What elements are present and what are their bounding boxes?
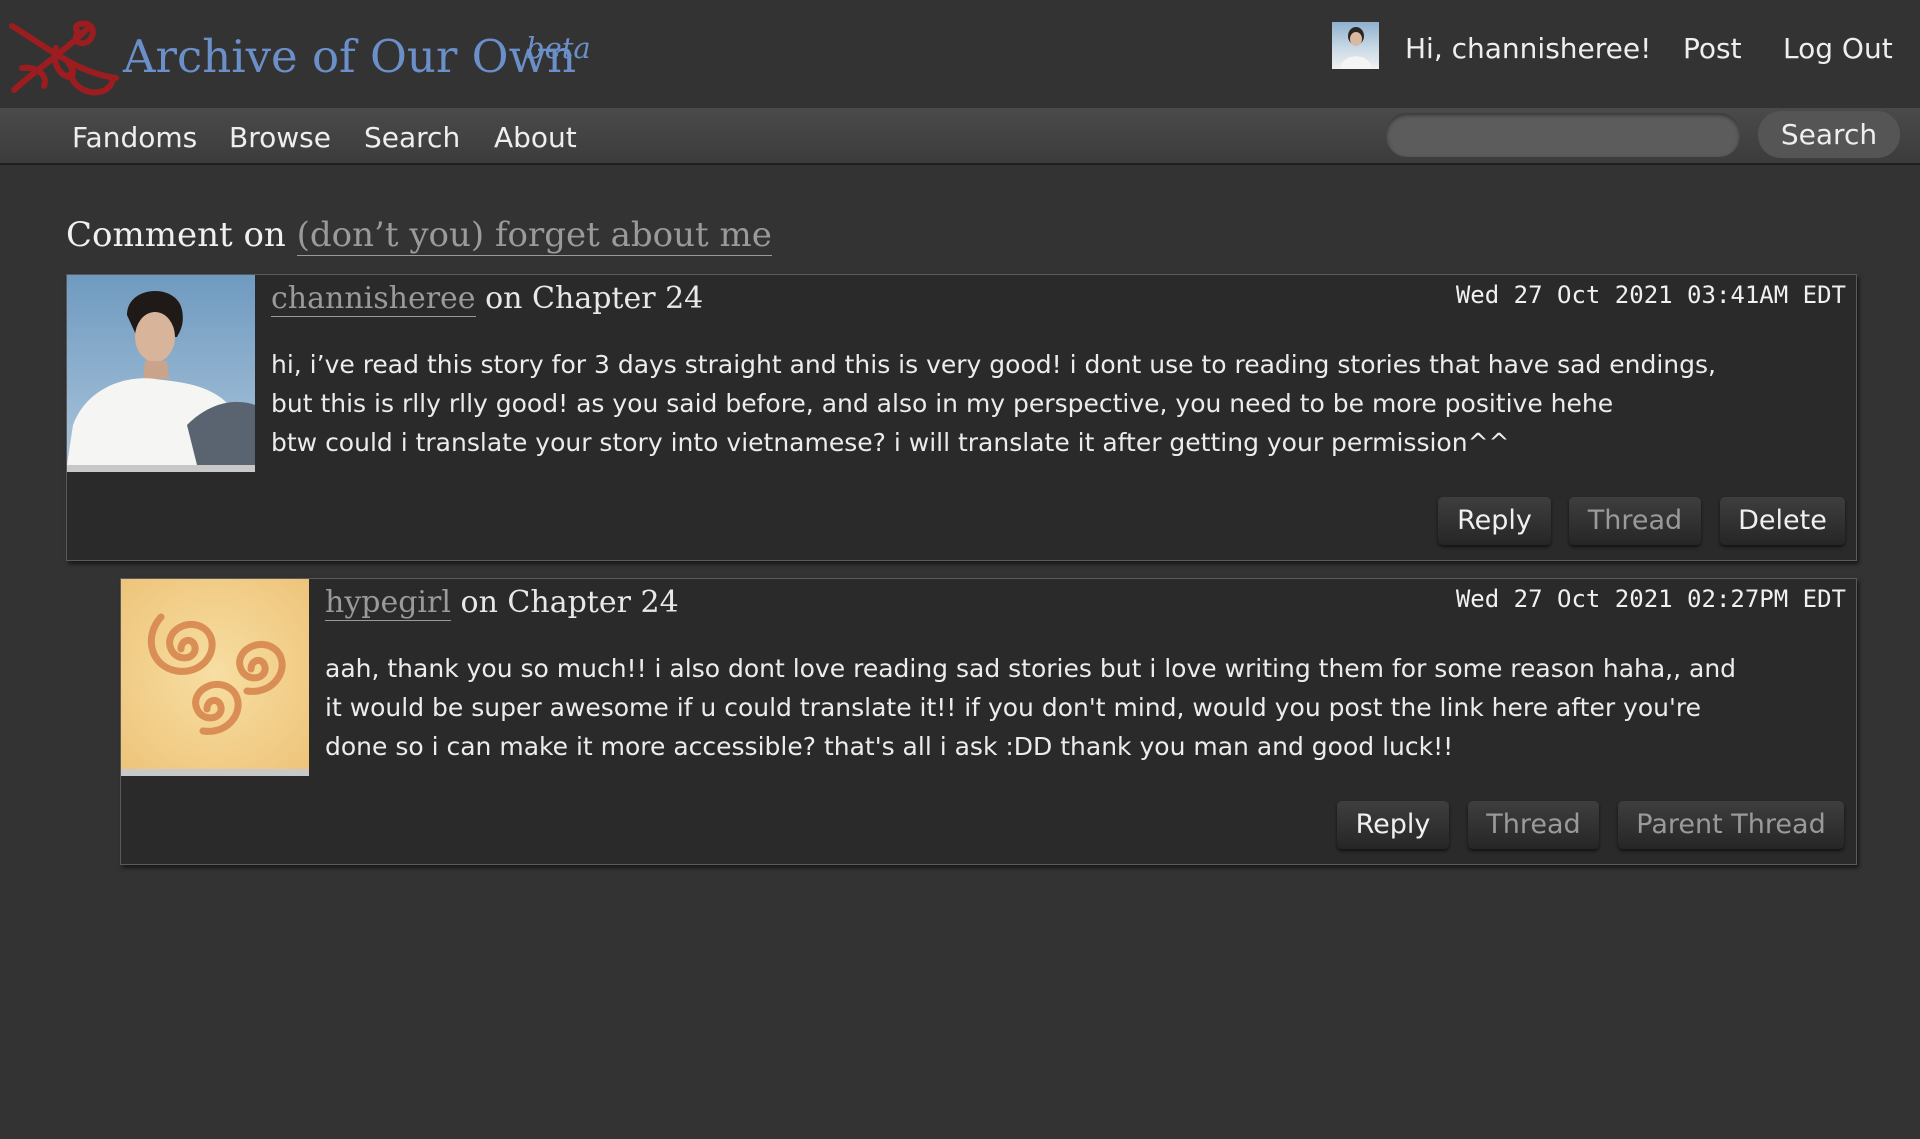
- nav-item-fandoms[interactable]: Fandoms: [72, 121, 197, 154]
- comment-text-line: hi, i’ve read this story for 3 days stra…: [271, 350, 1716, 379]
- comment-byline: channisheree on Chapter 24: [271, 281, 704, 317]
- parent-thread-button[interactable]: Parent Thread: [1618, 801, 1844, 849]
- ao3-logo-icon[interactable]: [8, 18, 122, 100]
- comment-date: Wed 27 Oct 2021 03:41AM EDT: [1455, 281, 1846, 309]
- comment-byline: hypegirl on Chapter 24: [325, 585, 679, 621]
- reply-button[interactable]: Reply: [1337, 801, 1449, 849]
- comment-avatar[interactable]: [121, 579, 309, 776]
- comment-avatar[interactable]: [67, 275, 255, 472]
- work-title-link[interactable]: (don’t you) forget about me: [296, 215, 772, 256]
- comment-text-line: but this is rlly rlly good! as you said …: [271, 389, 1614, 418]
- comment-chapter: on Chapter 24: [485, 281, 704, 316]
- site-header: Archive of Our Own beta Hi, channisheree…: [0, 0, 1920, 108]
- nav-item-search[interactable]: Search: [364, 121, 460, 154]
- site-beta-label: beta: [526, 31, 591, 65]
- user-greeting[interactable]: Hi, channisheree!: [1405, 32, 1651, 65]
- post-link[interactable]: Post: [1683, 32, 1742, 65]
- comment: channisheree on Chapter 24 Wed 27 Oct 20…: [66, 274, 1857, 561]
- delete-button[interactable]: Delete: [1720, 497, 1845, 545]
- reply-button[interactable]: Reply: [1438, 497, 1551, 545]
- comment-text-line: it would be super awesome if u could tra…: [325, 693, 1701, 722]
- comment-chapter: on Chapter 24: [460, 585, 679, 620]
- nav-item-about[interactable]: About: [494, 121, 577, 154]
- search-input[interactable]: [1386, 113, 1740, 157]
- page-title-prefix: Comment on: [66, 215, 286, 255]
- comment-text-line: btw could i translate your story into vi…: [271, 428, 1510, 457]
- page-title: Comment on (don’t you) forget about me: [66, 215, 772, 256]
- comment-reply: hypegirl on Chapter 24 Wed 27 Oct 2021 0…: [120, 578, 1857, 865]
- logout-link[interactable]: Log Out: [1783, 32, 1893, 65]
- thread-button[interactable]: Thread: [1468, 801, 1599, 849]
- search-button[interactable]: Search: [1758, 111, 1900, 158]
- user-avatar[interactable]: [1332, 22, 1379, 69]
- site-title[interactable]: Archive of Our Own: [123, 30, 576, 83]
- nav-item-browse[interactable]: Browse: [229, 121, 331, 154]
- comment-body: hi, i’ve read this story for 3 days stra…: [271, 345, 1841, 462]
- comment-author-link[interactable]: hypegirl: [325, 585, 451, 621]
- comment-author-link[interactable]: channisheree: [271, 281, 476, 317]
- comment-text-line: done so i can make it more accessible? t…: [325, 732, 1454, 761]
- comment-text-line: aah, thank you so much!! i also dont lov…: [325, 654, 1737, 683]
- comment-body: aah, thank you so much!! i also dont lov…: [325, 649, 1895, 766]
- comment-date: Wed 27 Oct 2021 02:27PM EDT: [1455, 585, 1846, 613]
- thread-button[interactable]: Thread: [1569, 497, 1701, 545]
